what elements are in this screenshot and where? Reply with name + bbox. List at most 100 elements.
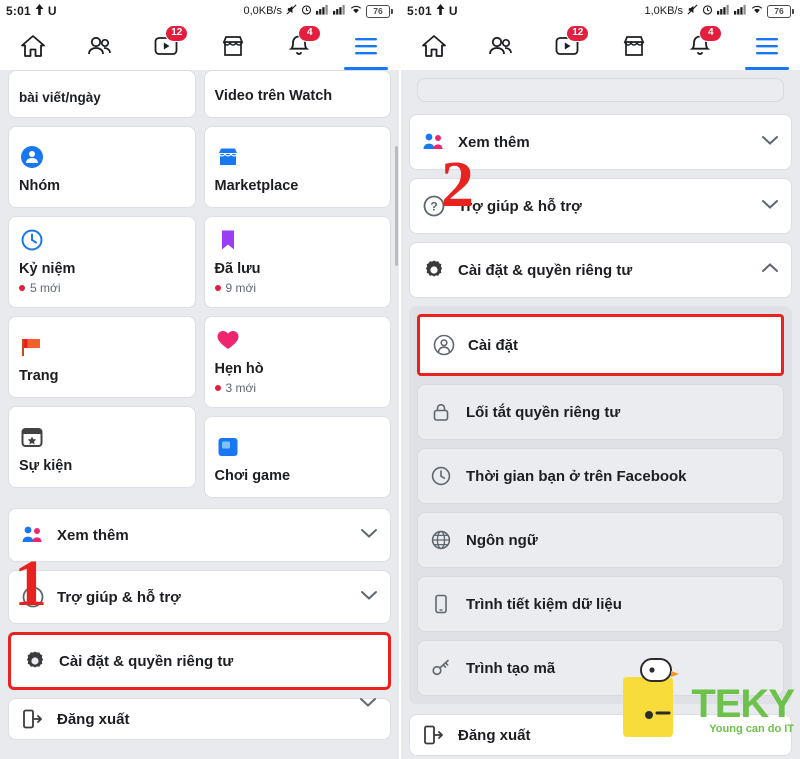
menu-rows: Xem thêm ? Trợ giúp & hỗ trợ Cài đặt & q… <box>0 508 399 690</box>
menu-content[interactable]: bài viết/ngày Nhóm Kỷ niệm 5 mới Trang S… <box>0 70 399 759</box>
menu-tab[interactable] <box>338 22 394 70</box>
watermark-text: TEKY <box>691 682 795 726</box>
user-settings-icon <box>432 333 462 357</box>
notifications-badge: 4 <box>298 25 322 42</box>
chevron-down-icon <box>761 133 779 151</box>
grid-card-games[interactable]: Chơi game <box>203 416 391 498</box>
phone-icon <box>430 593 460 615</box>
chevron-down-icon <box>360 526 378 544</box>
battery-indicator: 76 <box>366 4 393 18</box>
chevron-down-icon <box>360 588 378 606</box>
grid-column-left: bài viết/ngày Nhóm Kỷ niệm 5 mới Trang S… <box>8 70 196 498</box>
row-cai-dat-quyen-rieng-tu[interactable]: Cài đặt & quyền riêng tư <box>8 632 391 690</box>
notifications-tab[interactable]: 4 <box>271 22 327 70</box>
chevron-up-icon <box>761 261 779 279</box>
mute-icon <box>286 4 297 19</box>
settings-submenu-panel: Cài đặt Lối tắt quyền riêng tư Thời gian… <box>409 306 792 704</box>
step-number-1: 1 <box>14 547 47 620</box>
status-bar: 5:01 U 0,0KB/s 76 <box>0 0 399 22</box>
shortcut-grid: bài viết/ngày Nhóm Kỷ niệm 5 mới Trang S… <box>0 70 399 498</box>
grid-card-groups[interactable]: Nhóm <box>8 126 196 208</box>
notifications-tab[interactable]: 4 <box>672 22 728 70</box>
event-icon <box>19 424 185 450</box>
gear-icon <box>422 258 452 282</box>
flag-icon <box>19 334 185 360</box>
watch-tab[interactable]: 12 <box>138 22 194 70</box>
grid-card-saved[interactable]: Đã lưu 9 mới <box>203 216 391 308</box>
game-icon <box>215 434 381 460</box>
row-xem-them[interactable]: Xem thêm <box>8 508 391 562</box>
watermark: TEKY Young can do IT <box>619 655 795 741</box>
battery-level: 76 <box>767 4 791 18</box>
home-tab[interactable] <box>406 22 462 70</box>
notifications-badge: 4 <box>699 25 723 42</box>
right-screen: 5:01 U 1,0KB/s 76 12 4 Xem thêm ? Trợ gi… <box>401 0 800 759</box>
row-label: Xem thêm <box>57 526 129 544</box>
wifi-icon <box>751 4 763 19</box>
friends-tab[interactable] <box>473 22 529 70</box>
grid-card[interactable]: Video trên Watch <box>203 70 391 118</box>
battery-indicator: 76 <box>767 4 794 18</box>
grid-card-sub-text: 5 mới <box>30 281 61 295</box>
grid-card-marketplace[interactable]: Marketplace <box>203 126 391 208</box>
grid-card-sub: 5 mới <box>19 281 185 295</box>
step-number-2: 2 <box>441 148 474 221</box>
grid-card-label: Hẹn hò <box>214 361 264 377</box>
grid-card-events[interactable]: Sự kiện <box>8 406 196 488</box>
grid-card-sub-text: 9 mới <box>225 281 257 295</box>
status-time: 5:01 <box>407 4 432 18</box>
status-time: 5:01 <box>6 4 31 18</box>
clock-icon <box>430 465 460 487</box>
row-label: Trợ giúp & hỗ trợ <box>57 588 181 606</box>
grid-card-label: Video trên Watch <box>214 88 333 104</box>
friends-tab[interactable] <box>72 22 128 70</box>
submenu-item-tiet-kiem-du-lieu[interactable]: Trình tiết kiệm dữ liệu <box>417 576 784 632</box>
signal-icon <box>333 4 346 19</box>
row-label: Cài đặt & quyền riêng tư <box>458 261 633 279</box>
wifi-icon <box>350 4 362 19</box>
submenu-item-loi-tat-quyen-rieng-tu[interactable]: Lối tắt quyền riêng tư <box>417 384 784 440</box>
submenu-item-thoi-gian[interactable]: Thời gian bạn ở trên Facebook <box>417 448 784 504</box>
up-arrow-icon <box>35 3 44 19</box>
row-cai-dat-quyen-rieng-tu[interactable]: Cài đặt & quyền riêng tư <box>409 242 792 298</box>
alarm-icon <box>301 4 312 19</box>
grid-card-label: Nhóm <box>19 178 61 194</box>
home-tab[interactable] <box>5 22 61 70</box>
submenu-label: Ngôn ngữ <box>466 531 538 549</box>
svg-text:?: ? <box>430 200 437 214</box>
store-icon <box>215 144 381 170</box>
menu-tab[interactable] <box>739 22 795 70</box>
row-label: Trợ giúp & hỗ trợ <box>458 197 582 215</box>
menu-rows-bottom: Đăng xuất <box>0 698 399 740</box>
u-letter-icon: U <box>448 4 458 18</box>
grid-card-sub: 3 mới <box>214 381 381 395</box>
grid-card-pages[interactable]: Trang <box>8 316 196 398</box>
chevron-down-icon <box>359 695 377 713</box>
watch-tab[interactable]: 12 <box>539 22 595 70</box>
row-dang-xuat[interactable]: Đăng xuất <box>8 698 391 740</box>
watch-badge: 12 <box>165 25 189 42</box>
grid-card-memories[interactable]: Kỷ niệm 5 mới <box>8 216 196 308</box>
marketplace-tab[interactable] <box>606 22 662 70</box>
row-tro-giup[interactable]: ? Trợ giúp & hỗ trợ <box>8 570 391 624</box>
clock-icon <box>19 227 185 253</box>
submenu-item-cai-dat[interactable]: Cài đặt <box>417 314 784 376</box>
signal-icon <box>717 4 730 19</box>
submenu-label: Trình tạo mã <box>466 659 556 677</box>
status-bar: 5:01 U 1,0KB/s 76 <box>401 0 800 22</box>
chevron-down-icon <box>761 197 779 215</box>
lock-icon <box>430 401 460 423</box>
row-label: Đăng xuất <box>57 710 130 728</box>
grid-card-label: Marketplace <box>214 178 299 194</box>
grid-card-label: Sự kiện <box>19 458 73 474</box>
watermark-tagline: Young can do IT <box>709 723 794 735</box>
u-letter-icon: U <box>47 4 57 18</box>
watermark-mascot-icon <box>623 658 680 737</box>
grid-card-dating[interactable]: Hẹn hò 3 mới <box>203 316 391 408</box>
marketplace-tab[interactable] <box>205 22 261 70</box>
submenu-item-ngon-ngu[interactable]: Ngôn ngữ <box>417 512 784 568</box>
up-arrow-icon <box>436 3 445 19</box>
grid-card[interactable]: bài viết/ngày <box>8 70 196 118</box>
submenu-label: Lối tắt quyền riêng tư <box>466 403 621 421</box>
scrollbar[interactable] <box>395 146 398 266</box>
